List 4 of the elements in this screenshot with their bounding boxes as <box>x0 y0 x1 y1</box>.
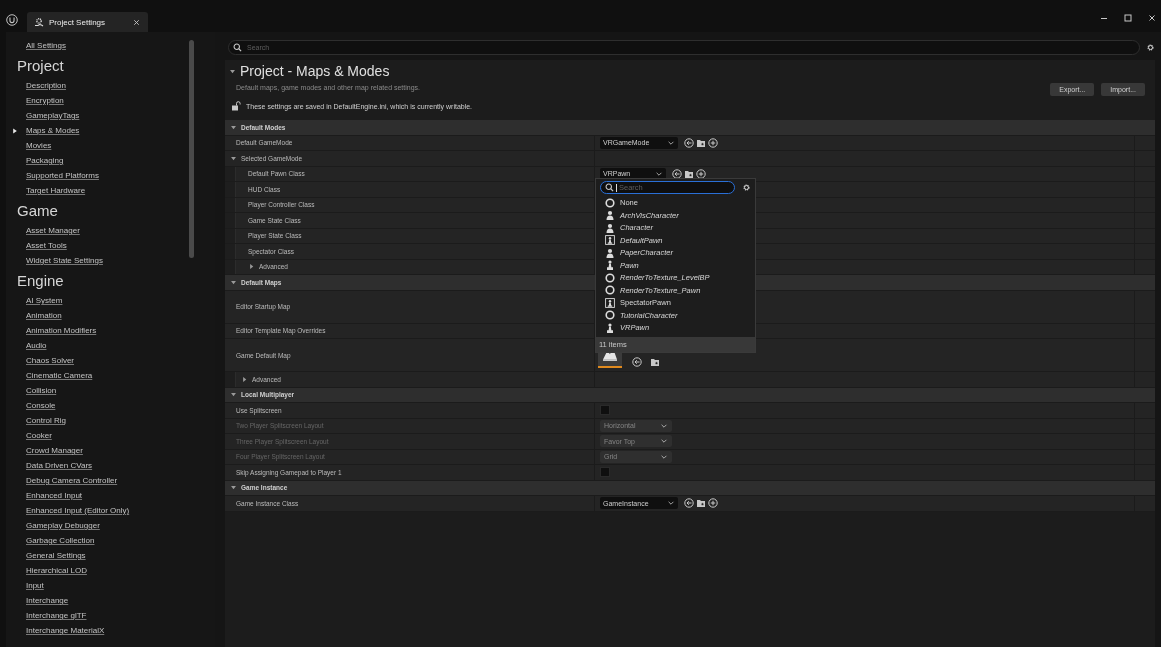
section-heading: Project <box>16 56 65 76</box>
page-title: Project - Maps & Modes <box>240 63 390 79</box>
section-heading: Game <box>16 201 59 221</box>
section-heading: Engine <box>16 271 65 291</box>
